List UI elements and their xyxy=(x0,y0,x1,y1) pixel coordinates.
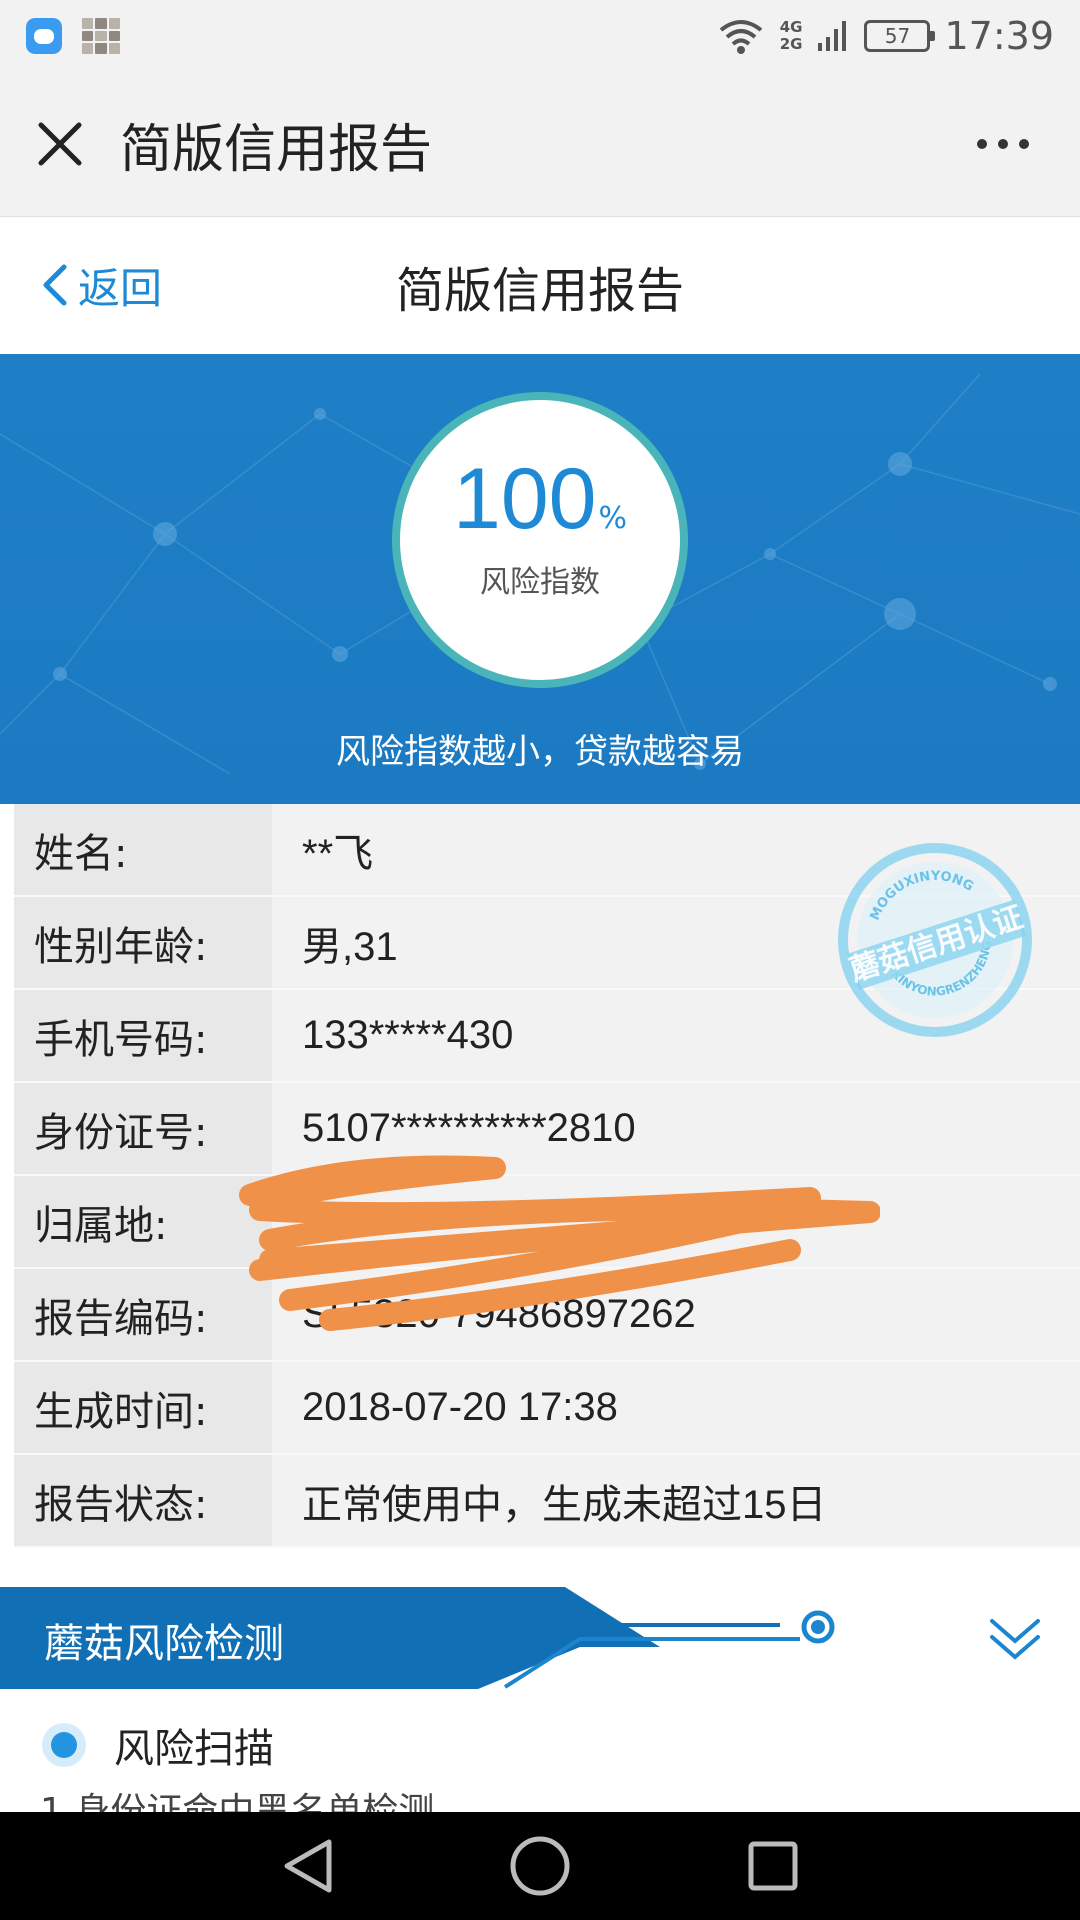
risk-gauge: 100 % 风险指数 xyxy=(392,392,688,688)
risk-caption: 风险指数越小，贷款越容易 xyxy=(336,732,744,772)
info-key: 性别年龄: xyxy=(14,897,272,988)
triangle-back-icon xyxy=(284,1839,332,1893)
section-header[interactable]: 蘑菇风险检测 xyxy=(0,1587,1080,1689)
gauge-value: 100 % xyxy=(453,450,627,549)
notification-icons xyxy=(26,18,120,54)
close-button[interactable] xyxy=(0,94,120,194)
back-label: 返回 xyxy=(78,263,163,313)
battery-level: 57 xyxy=(884,24,911,48)
signal-icon xyxy=(818,21,847,51)
info-key: 报告状态: xyxy=(14,1455,272,1546)
app-title: 简版信用报告 xyxy=(120,119,433,180)
gauge-label: 风险指数 xyxy=(480,565,600,600)
page-nav: 返回 简版信用报告 xyxy=(0,217,1080,354)
nav-recents-button[interactable] xyxy=(733,1826,813,1906)
system-status: 4G 2G 57 17:39 xyxy=(716,14,1054,58)
wifi-icon xyxy=(719,20,762,54)
info-key: 手机号码: xyxy=(14,990,272,1081)
app-header: 简版信用报告 xyxy=(0,72,1080,217)
section-title: 蘑菇风险检测 xyxy=(44,1621,284,1667)
circle-home-icon xyxy=(510,1836,570,1896)
battery-indicator: 57 xyxy=(864,20,936,52)
nav-back-button[interactable] xyxy=(267,1826,347,1906)
system-nav-bar xyxy=(0,1812,1080,1920)
info-value: 正常使用中，生成未超过15日 xyxy=(272,1455,1080,1546)
info-value: 2018-07-20 17:38 xyxy=(272,1362,1080,1453)
bullet-dot-icon xyxy=(42,1723,86,1767)
network-labels: 4G 2G xyxy=(780,19,803,53)
network-type-primary: 4G xyxy=(779,18,803,36)
clock: 17:39 xyxy=(944,14,1054,58)
back-button[interactable]: 返回 xyxy=(40,247,162,323)
info-row: 报告状态: 正常使用中，生成未超过15日 xyxy=(14,1455,1080,1548)
double-chevron-down-icon[interactable] xyxy=(980,1607,1050,1667)
gauge-number: 100 xyxy=(452,451,597,547)
more-button[interactable] xyxy=(948,94,1058,194)
page: 4G 2G 57 17:39 简版信用报告 返回 简版信用报告 100 % 风险… xyxy=(0,0,1080,1920)
page-title: 简版信用报告 xyxy=(395,262,684,319)
info-row: 生成时间: 2018-07-20 17:38 xyxy=(14,1362,1080,1455)
risk-hero: 100 % 风险指数 风险指数越小，贷款越容易 xyxy=(0,354,1080,804)
square-recents-icon xyxy=(748,1841,798,1891)
info-key: 生成时间: xyxy=(14,1362,272,1453)
risk-scan-item: 风险扫描 xyxy=(42,1710,274,1780)
info-key: 姓名: xyxy=(14,804,272,895)
close-icon xyxy=(38,122,82,166)
gauge-unit: % xyxy=(598,501,627,536)
redaction-scribble xyxy=(239,1155,880,1331)
chevron-left-icon xyxy=(43,264,67,306)
partial-scan-text: 1.身份证命中黑名单检测 xyxy=(40,1791,435,1812)
nav-home-button[interactable] xyxy=(500,1826,580,1906)
gallery-thumbnail-icon xyxy=(82,18,120,54)
message-app-icon xyxy=(26,18,62,54)
network-type-secondary: 2G xyxy=(779,35,803,53)
status-bar: 4G 2G 57 17:39 xyxy=(0,0,1080,72)
scan-label: 风险扫描 xyxy=(114,1726,274,1772)
more-dots-icon xyxy=(977,139,1029,149)
certification-stamp-icon: MOGUXINYONG XINYONGRENZHENG 蘑菇信用认证 xyxy=(838,843,1032,1037)
